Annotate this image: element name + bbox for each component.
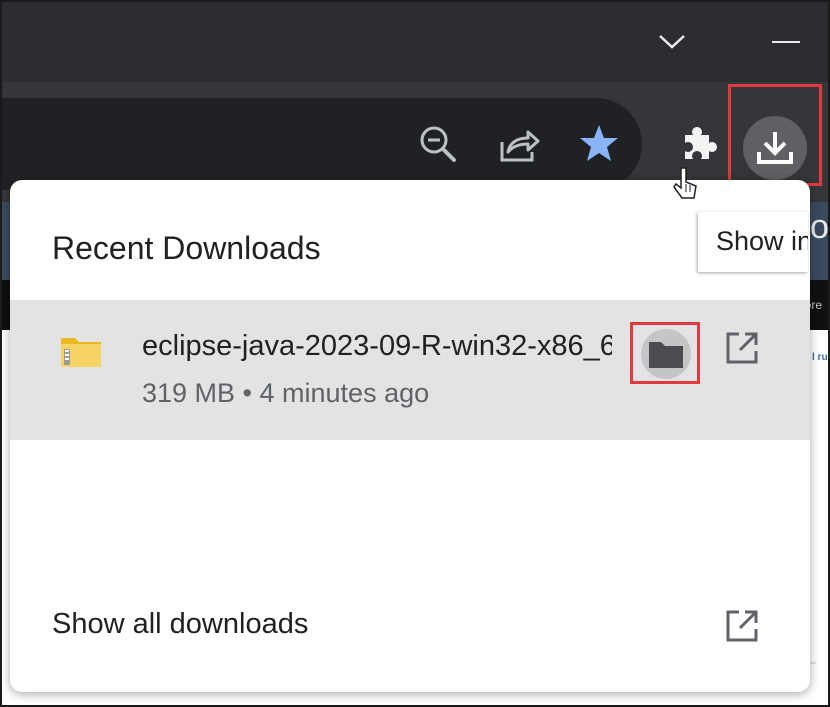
zip-file-icon bbox=[60, 334, 102, 373]
show-all-downloads-button[interactable] bbox=[722, 606, 762, 646]
download-item[interactable]: eclipse-java-2023-09-R-win32-x86_64.zip … bbox=[10, 300, 810, 440]
show-in-folder-highlight bbox=[630, 322, 700, 384]
show-in-folder-button[interactable] bbox=[641, 329, 691, 379]
popup-title: Recent Downloads bbox=[52, 230, 321, 266]
download-file-name[interactable]: eclipse-java-2023-09-R-win32-x86_64.zip bbox=[142, 330, 612, 363]
mouse-cursor-icon bbox=[670, 166, 700, 211]
bookmark-star-icon bbox=[580, 125, 618, 161]
browser-titlebar bbox=[2, 2, 828, 82]
page-header-text: o bbox=[810, 208, 829, 246]
download-file-meta: 319 MB • 4 minutes ago bbox=[142, 378, 430, 408]
chevron-down-icon bbox=[659, 35, 685, 49]
address-bar[interactable] bbox=[2, 98, 642, 190]
extensions-button[interactable] bbox=[676, 120, 722, 166]
open-external-icon bbox=[726, 332, 758, 364]
downloads-popup: Recent Downloads eclipse-java-2023-09-R-… bbox=[10, 180, 810, 692]
minimize-button[interactable] bbox=[766, 24, 806, 60]
extensions-icon bbox=[685, 127, 717, 159]
zoom-out-icon bbox=[420, 126, 456, 162]
minimize-icon bbox=[772, 41, 800, 43]
open-file-button[interactable] bbox=[722, 328, 762, 368]
folder-icon bbox=[649, 342, 683, 368]
show-all-downloads-link[interactable]: Show all downloads bbox=[52, 608, 308, 641]
tooltip-text: Show in folder bbox=[716, 226, 808, 256]
downloads-button-highlight bbox=[728, 84, 822, 186]
open-external-icon bbox=[726, 610, 758, 642]
bookmark-button[interactable] bbox=[576, 120, 622, 166]
tab-search-button[interactable] bbox=[652, 24, 692, 60]
tooltip: Show in folder bbox=[698, 212, 808, 272]
zoom-out-button[interactable] bbox=[416, 122, 460, 166]
page-link[interactable]: l ru bbox=[812, 352, 828, 363]
screenshot-frame: o ore l ru Recent Downloads eclipse-java… bbox=[0, 0, 830, 707]
share-icon bbox=[500, 130, 540, 162]
share-button[interactable] bbox=[496, 122, 542, 166]
